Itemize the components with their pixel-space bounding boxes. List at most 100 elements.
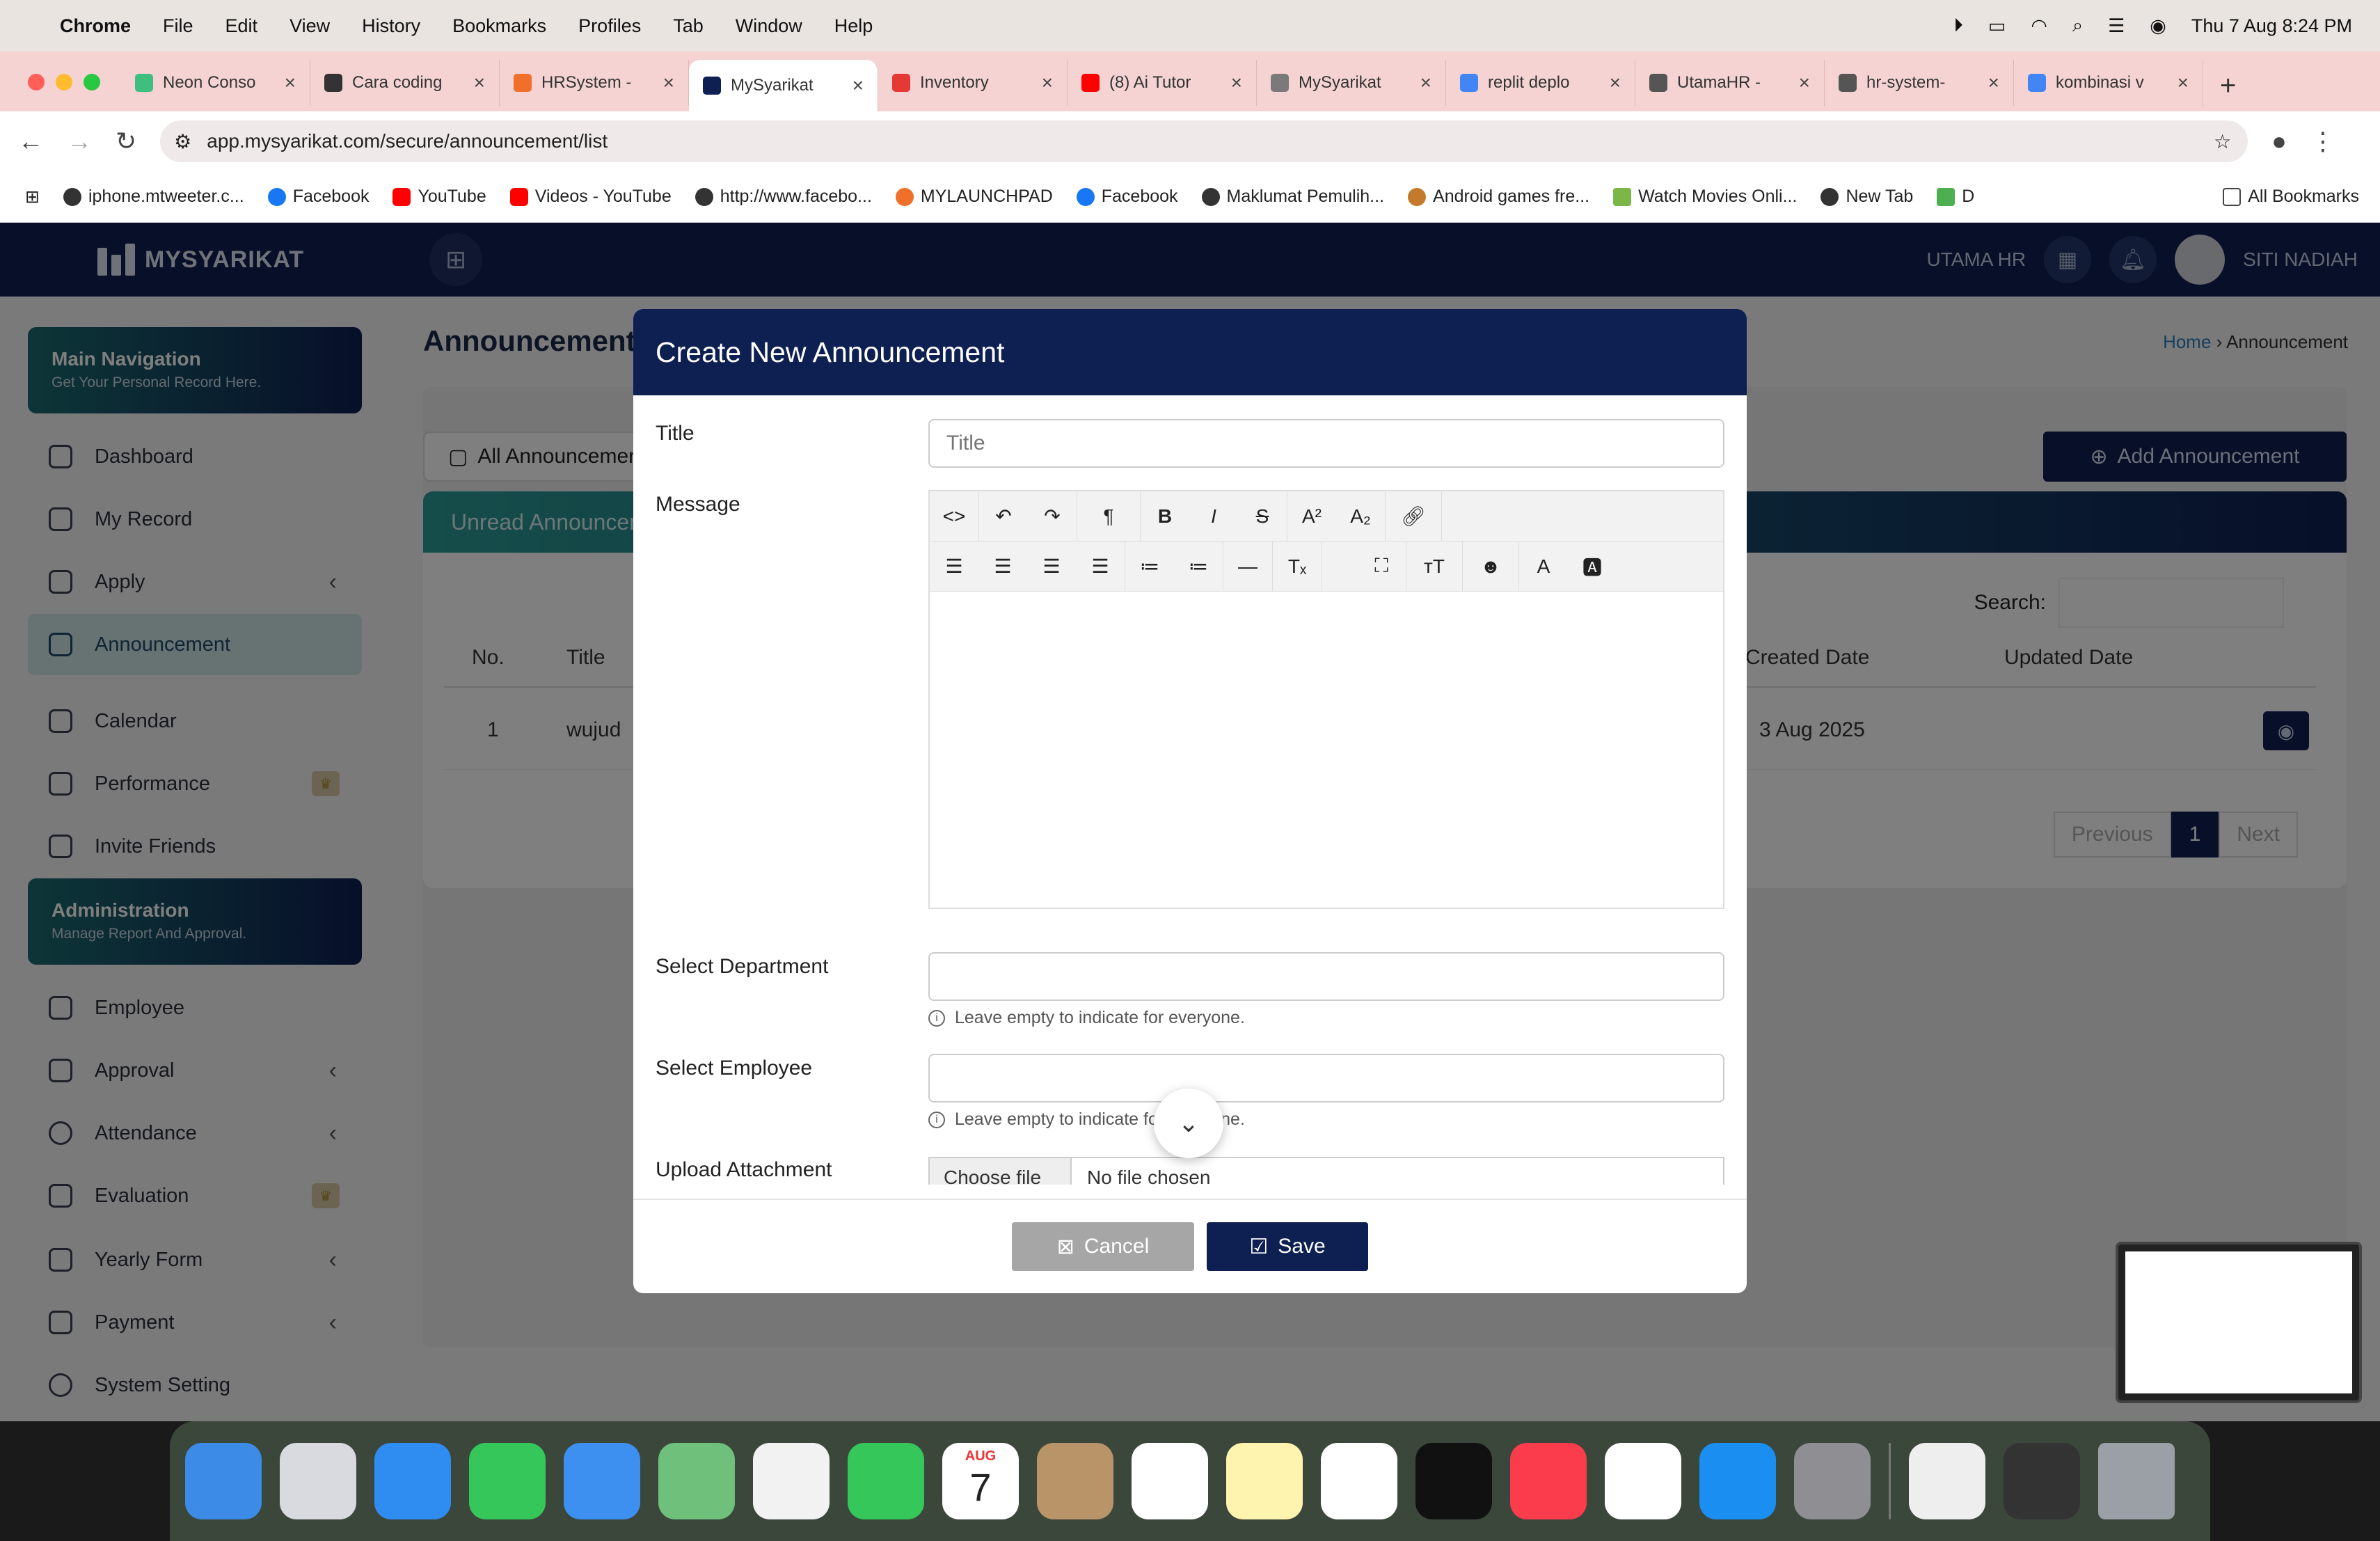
bookmark-item[interactable]: D	[1937, 187, 1974, 207]
apps-grid-icon[interactable]: ⊞	[25, 187, 40, 207]
employee-select[interactable]	[928, 1054, 1724, 1103]
bookmark-star-icon[interactable]: ☆	[2214, 130, 2231, 153]
close-tab-icon[interactable]: ×	[285, 72, 296, 94]
bold-icon[interactable]: B	[1141, 505, 1189, 528]
file-input[interactable]: Choose file No file chosen	[928, 1157, 1724, 1185]
emoji-icon[interactable]: ☻	[1463, 555, 1518, 578]
browser-tab-active[interactable]: MySyarikat ×	[689, 60, 878, 111]
menu-edit[interactable]: Edit	[225, 15, 258, 37]
bookmark-item[interactable]: MYLAUNCHPAD	[895, 187, 1053, 207]
close-tab-icon[interactable]: ×	[2177, 72, 2189, 94]
menu-view[interactable]: View	[289, 15, 330, 37]
profile-avatar-icon[interactable]: ●	[2271, 127, 2287, 156]
spotlight-icon[interactable]: ⌕	[2072, 15, 2083, 37]
font-size-icon[interactable]: тT	[1406, 555, 1462, 578]
redo-icon[interactable]: ↷	[1028, 505, 1077, 528]
subscript-icon[interactable]: A₂	[1336, 505, 1385, 528]
screenshot-thumbnail[interactable]	[2116, 1242, 2362, 1403]
finder-icon[interactable]	[185, 1443, 262, 1519]
undo-icon[interactable]: ↶	[979, 505, 1028, 528]
control-center-icon[interactable]: ☰	[2108, 15, 2125, 37]
font-color-icon[interactable]: A	[1519, 555, 1568, 578]
strikethrough-icon[interactable]: S	[1238, 505, 1287, 528]
paragraph-icon[interactable]: ¶	[1077, 505, 1140, 528]
browser-tab[interactable]: kombinasi v ×	[2014, 60, 2203, 106]
app-store-icon[interactable]	[1699, 1443, 1776, 1519]
browser-tab[interactable]: HRSystem - ×	[500, 60, 689, 106]
browser-tab[interactable]: hr-system- ×	[1825, 60, 2014, 106]
bookmark-item[interactable]: Facebook	[267, 187, 369, 207]
music-icon[interactable]	[1510, 1443, 1587, 1519]
fullscreen-icon[interactable]: ⛶	[1357, 555, 1406, 578]
browser-tab[interactable]: Neon Conso ×	[121, 60, 310, 106]
zoom-window-icon[interactable]	[84, 74, 100, 90]
menu-window[interactable]: Window	[736, 15, 802, 37]
calendar-app-icon[interactable]: AUG 7	[942, 1443, 1019, 1519]
browser-tab[interactable]: replit deplo ×	[1446, 60, 1635, 106]
launchpad-icon[interactable]	[280, 1443, 356, 1519]
department-select[interactable]	[928, 952, 1724, 1001]
close-tab-icon[interactable]: ×	[1610, 72, 1621, 94]
menu-file[interactable]: File	[163, 15, 193, 37]
battery-icon[interactable]: ▭	[1988, 15, 2006, 37]
more-menu-icon[interactable]: ⋮	[2310, 127, 2335, 156]
align-justify-icon[interactable]: ☰	[1076, 555, 1125, 578]
align-center-icon[interactable]: ☰	[978, 555, 1027, 578]
safari-icon[interactable]	[374, 1443, 451, 1519]
new-tab-plus-icon[interactable]: +	[2203, 70, 2253, 111]
choose-file-button[interactable]: Choose file	[930, 1158, 1072, 1185]
bookmark-item[interactable]: Facebook	[1076, 187, 1178, 207]
play-icon[interactable]: ⏵	[1953, 15, 1963, 37]
browser-tab[interactable]: Cara coding ×	[310, 60, 500, 106]
close-tab-icon[interactable]: ×	[1420, 72, 1431, 94]
close-tab-icon[interactable]: ×	[663, 72, 674, 94]
document-stack-icon[interactable]	[1909, 1443, 1985, 1519]
forward-arrow-icon[interactable]: →	[67, 127, 92, 156]
screenshot-stack-icon[interactable]	[2004, 1443, 2080, 1519]
trash-icon[interactable]	[2098, 1443, 2175, 1519]
clock[interactable]: Thu 7 Aug 8:24 PM	[2191, 15, 2352, 37]
superscript-icon[interactable]: A²	[1287, 505, 1336, 528]
close-window-icon[interactable]	[28, 74, 45, 90]
save-button[interactable]: ☑ Save	[1207, 1222, 1368, 1271]
mail-icon[interactable]	[564, 1443, 640, 1519]
address-bar[interactable]: ⚙ app.mysyarikat.com/secure/announcement…	[160, 120, 2248, 162]
apple-tv-icon[interactable]	[1415, 1443, 1492, 1519]
photos-icon[interactable]	[753, 1443, 830, 1519]
siri-icon[interactable]: ◉	[2150, 15, 2166, 37]
menu-profiles[interactable]: Profiles	[578, 15, 641, 37]
menu-history[interactable]: History	[362, 15, 420, 37]
bookmark-item[interactable]: http://www.facebo...	[695, 187, 872, 207]
close-tab-icon[interactable]: ×	[474, 72, 485, 94]
clear-format-icon[interactable]: Tₓ	[1273, 555, 1322, 578]
minimize-window-icon[interactable]	[56, 74, 72, 90]
back-arrow-icon[interactable]: ←	[18, 127, 43, 156]
close-tab-icon[interactable]: ×	[1799, 72, 1810, 94]
bookmark-item[interactable]: Android games fre...	[1408, 187, 1589, 207]
code-view-icon[interactable]: <>	[930, 505, 978, 528]
close-tab-icon[interactable]: ×	[1042, 72, 1053, 94]
site-settings-icon[interactable]: ⚙	[174, 130, 191, 153]
italic-icon[interactable]: I	[1189, 505, 1238, 528]
maps-icon[interactable]	[658, 1443, 735, 1519]
system-settings-icon[interactable]	[1794, 1443, 1871, 1519]
align-right-icon[interactable]: ☰	[1027, 555, 1076, 578]
freeform-icon[interactable]	[1321, 1443, 1397, 1519]
reminders-icon[interactable]	[1132, 1443, 1208, 1519]
rich-text-editor[interactable]: <> ↶ ↷ ¶ B I S A² A₂ 🔗︎ ☰ ☰ ☰ ☰ ≔ ≔ — Tₓ …	[928, 490, 1724, 909]
cancel-button[interactable]: ⊠ Cancel	[1012, 1222, 1194, 1271]
bookmark-item[interactable]: iphone.mtweeter.c...	[63, 187, 244, 207]
contacts-icon[interactable]	[1037, 1443, 1113, 1519]
bookmark-item[interactable]: Videos - YouTube	[509, 187, 672, 207]
browser-tab[interactable]: MySyarikat ×	[1257, 60, 1446, 106]
close-tab-icon[interactable]: ×	[1988, 72, 1999, 94]
browser-tab[interactable]: UtamaHR - ×	[1635, 60, 1825, 106]
reload-icon[interactable]: ↻	[116, 127, 136, 156]
bookmark-item[interactable]: Maklumat Pemulih...	[1201, 187, 1384, 207]
wifi-icon[interactable]: ◠	[2031, 15, 2047, 37]
menu-tab[interactable]: Tab	[673, 15, 704, 37]
browser-tab[interactable]: Inventory ×	[878, 60, 1068, 106]
menu-bookmarks[interactable]: Bookmarks	[452, 15, 546, 37]
facetime-icon[interactable]	[848, 1443, 924, 1519]
menu-help[interactable]: Help	[834, 15, 873, 37]
